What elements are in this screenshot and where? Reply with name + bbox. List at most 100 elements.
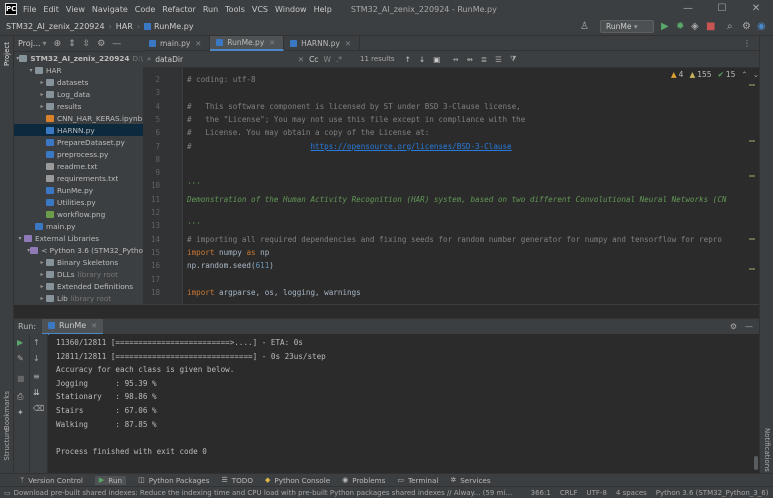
tree-item[interactable]: ▸ results xyxy=(14,100,143,112)
up-icon[interactable]: ↑ xyxy=(33,338,40,348)
filter-search-icon[interactable]: ☰ xyxy=(495,55,502,64)
menu-code[interactable]: Code xyxy=(135,5,155,14)
previous-occurrence-icon[interactable]: ↑ xyxy=(405,55,411,64)
menu-help[interactable]: Help xyxy=(314,5,332,14)
structure-tool-label[interactable]: Structure xyxy=(3,428,11,461)
menu-navigate[interactable]: Navigate xyxy=(92,5,128,14)
breadcrumb-project[interactable]: STM32_AI_zenix_220924 xyxy=(6,22,105,31)
close-tab-icon[interactable]: ✕ xyxy=(345,40,351,48)
whole-word-toggle[interactable]: W xyxy=(323,55,330,64)
regex-toggle[interactable]: .* xyxy=(336,55,342,64)
minimize-icon[interactable]: — xyxy=(671,0,705,18)
chevron-icon[interactable]: ▸ xyxy=(38,79,46,86)
chevron-icon[interactable]: ▸ xyxy=(38,283,46,290)
collapse-all-icon[interactable]: ⇳ xyxy=(83,39,91,49)
tool-services[interactable]: ✲ Services xyxy=(450,476,490,485)
tree-item[interactable]: requirements.txt xyxy=(14,172,143,184)
find-input[interactable]: ⌕ dataDir ✕ Cc W .* xyxy=(147,53,342,66)
debug-icon[interactable]: ✹ xyxy=(676,21,684,33)
interpreter-selector[interactable]: Python 3.6 (STM32_Python_3_6) xyxy=(656,489,769,497)
print-icon[interactable]: ⎙ xyxy=(17,392,23,402)
chevron-icon[interactable]: ▸ xyxy=(38,91,46,98)
console-scrollbar[interactable] xyxy=(753,334,759,473)
menu-file[interactable]: File xyxy=(23,5,36,14)
breadcrumb-folder[interactable]: HAR xyxy=(116,22,133,31)
run-icon[interactable]: ▶ xyxy=(661,21,669,33)
tree-item[interactable]: ▾ External Libraries xyxy=(14,232,143,244)
line-separator[interactable]: CRLF xyxy=(560,489,578,497)
caret-position[interactable]: 366:1 xyxy=(531,489,551,497)
remove-selection-icon[interactable]: ⇹ xyxy=(467,55,473,64)
stop-icon[interactable]: ■ xyxy=(17,374,25,384)
search-icon[interactable]: ⌕ xyxy=(727,21,733,33)
hide-icon[interactable]: — xyxy=(112,39,121,49)
chevron-icon[interactable]: ▸ xyxy=(38,259,46,266)
tree-item[interactable]: ▸ Log_data xyxy=(14,88,143,100)
tool-python-packages[interactable]: ◫ Python Packages xyxy=(138,476,209,485)
menu-vcs[interactable]: VCS xyxy=(252,5,268,14)
match-case-toggle[interactable]: Cc xyxy=(309,55,318,64)
tree-item[interactable]: workflow.png xyxy=(14,208,143,220)
clear-all-icon[interactable]: ⌫ xyxy=(33,404,44,414)
gear-icon[interactable]: ⚙ xyxy=(730,322,737,331)
locate-icon[interactable]: ⊕ xyxy=(54,39,62,49)
code-editor[interactable]: # coding: utf-8 # This software component… xyxy=(184,68,759,304)
expand-all-icon[interactable]: ⇕ xyxy=(68,39,76,49)
pin-icon[interactable]: ✦ xyxy=(17,408,24,418)
chevron-icon[interactable]: ▸ xyxy=(38,295,46,302)
down-icon[interactable]: ↓ xyxy=(33,354,40,364)
clear-icon[interactable]: ✕ xyxy=(298,55,304,64)
close-tab-icon[interactable]: ✕ xyxy=(91,322,97,330)
tree-item[interactable]: ▾ HAR xyxy=(14,64,143,76)
tree-item[interactable]: HARNN.py xyxy=(14,124,143,136)
rerun-icon[interactable]: ▶ xyxy=(17,338,23,348)
tree-item[interactable]: ▾ < Python 3.6 (STM32_Pytho xyxy=(14,244,143,256)
soft-wrap-icon[interactable]: ≡ xyxy=(33,372,40,382)
tree-item[interactable]: main.py xyxy=(14,220,143,232)
open-in-window-icon[interactable]: ▣ xyxy=(433,55,440,64)
menu-edit[interactable]: Edit xyxy=(43,5,59,14)
tab-runme-py[interactable]: RunMe.py ✕ xyxy=(210,36,285,51)
file-encoding[interactable]: UTF-8 xyxy=(587,489,607,497)
bookmarks-tool-label[interactable]: Bookmarks xyxy=(3,391,11,430)
chevron-up-icon[interactable]: ⌃ xyxy=(741,70,747,79)
tool-terminal[interactable]: ▭ Terminal xyxy=(397,476,438,485)
project-panel-title[interactable]: Proj... xyxy=(18,39,41,48)
status-message[interactable]: Download pre-built shared indexes: Reduc… xyxy=(14,489,514,497)
tool-problems[interactable]: ◉ Problems xyxy=(342,476,385,485)
tool-run[interactable]: ▶ Run xyxy=(94,475,127,485)
inspection-widget[interactable]: ▲ 4 ▲ 155 ✔ 15 ⌃ ⌄ xyxy=(671,70,759,79)
tool-python-console[interactable]: ◆ Python Console xyxy=(265,476,330,485)
modify-config-icon[interactable]: ✎ xyxy=(17,354,24,364)
more-tabs-icon[interactable]: ⋮ xyxy=(743,39,751,48)
menu-run[interactable]: Run xyxy=(203,5,218,14)
tree-item[interactable]: ▸ Extended Definitions xyxy=(14,280,143,292)
tree-item[interactable]: ▸ DLLs library root xyxy=(14,268,143,280)
chevron-icon[interactable]: ▸ xyxy=(38,103,46,110)
close-tab-icon[interactable]: ✕ xyxy=(195,40,201,48)
update-icon[interactable]: ◉ xyxy=(757,21,766,33)
tree-item[interactable]: Utilities.py xyxy=(14,196,143,208)
project-tool-label[interactable]: Project xyxy=(3,42,11,66)
next-occurrence-icon[interactable]: ↓ xyxy=(419,55,425,64)
menu-view[interactable]: View xyxy=(66,5,85,14)
settings-icon[interactable]: ⚙ xyxy=(742,21,751,33)
tree-item[interactable]: RunMe.py xyxy=(14,184,143,196)
indent-setting[interactable]: 4 spaces xyxy=(616,489,647,497)
hide-panel-icon[interactable]: — xyxy=(745,322,753,331)
tree-item[interactable]: ▾ STM32_AI_zenix_220924 D:\ xyxy=(14,52,143,64)
notifications-tool-label[interactable]: Notifications xyxy=(763,428,771,472)
chevron-icon[interactable]: ▾ xyxy=(27,67,35,74)
coverage-icon[interactable]: ◈ xyxy=(691,21,699,33)
tree-item[interactable]: PrepareDataset.py xyxy=(14,136,143,148)
tab-harnn-py[interactable]: HARNN.py ✕ xyxy=(284,36,360,51)
tree-item[interactable]: ▸ Lib library root xyxy=(14,292,143,304)
tree-item[interactable]: preprocess.py xyxy=(14,148,143,160)
tree-item[interactable]: CNN_HAR_KERAS.ipynb xyxy=(14,112,143,124)
tree-item[interactable]: ▸ datasets xyxy=(14,76,143,88)
tree-item[interactable]: readme.txt xyxy=(14,160,143,172)
filter-icon[interactable]: ⧩ xyxy=(510,54,517,64)
select-all-occurrences-icon[interactable]: ≣ xyxy=(481,55,487,64)
menu-tools[interactable]: Tools xyxy=(225,5,245,14)
run-console[interactable]: 11360/12811 [=========================>.… xyxy=(49,334,753,473)
